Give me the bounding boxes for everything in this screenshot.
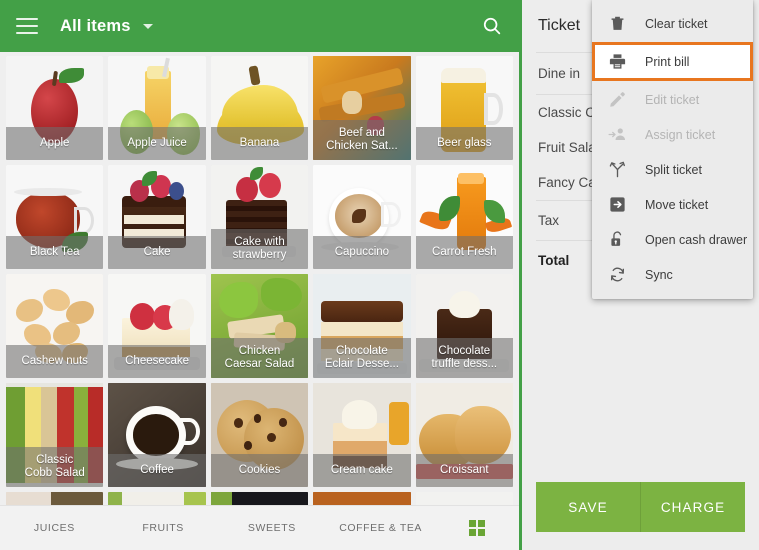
search-icon[interactable] <box>481 15 503 37</box>
product-tile-label: Beer glass <box>416 127 513 160</box>
product-tile[interactable]: Classic Cobb Salad <box>6 383 103 487</box>
context-menu-item-label: Sync <box>645 268 673 282</box>
context-menu-item-label: Move ticket <box>645 198 708 212</box>
context-menu-item[interactable]: Move ticket <box>592 187 753 222</box>
product-tile-label: Chocolate truffle dess... <box>416 338 513 378</box>
tab-juices[interactable]: JUICES <box>0 522 109 534</box>
context-menu-item[interactable]: Sync <box>592 257 753 292</box>
catalog-pane: All items AppleApple JuiceBananaBeef and… <box>0 0 519 550</box>
context-menu-item[interactable]: Open cash drawer <box>592 222 753 257</box>
tab-coffee-tea[interactable]: COFFEE & TEA <box>326 522 435 534</box>
product-tile[interactable]: Beer glass <box>416 56 513 160</box>
category-tab-bar: JUICES FRUITS SWEETS COFFEE & TEA <box>0 505 519 550</box>
partial-row-d-image <box>313 492 410 505</box>
product-tile[interactable]: Croissant <box>416 383 513 487</box>
tab-sweets[interactable]: SWEETS <box>218 522 327 534</box>
product-grid: AppleApple JuiceBananaBeef and Chicken S… <box>0 56 519 505</box>
total-label: Total <box>538 253 569 268</box>
split-branch-icon <box>606 159 628 181</box>
product-tile[interactable]: Cake with strawberry <box>211 165 308 269</box>
tax-label: Tax <box>538 213 559 228</box>
product-tile[interactable]: Apple Juice <box>108 56 205 160</box>
product-tile-label: Cheesecake <box>108 345 205 378</box>
product-tile[interactable] <box>416 492 513 505</box>
context-menu-item: Edit ticket <box>592 82 753 117</box>
product-tile[interactable] <box>6 492 103 505</box>
context-menu-item-label: Assign ticket <box>645 128 715 142</box>
product-tile-label: Apple Juice <box>108 127 205 160</box>
product-tile-label: Cake <box>108 236 205 269</box>
product-tile-label: Capuccino <box>313 236 410 269</box>
product-tile-label: Carrot Fresh <box>416 236 513 269</box>
partial-row-c-image <box>211 492 308 505</box>
product-tile[interactable]: Banana <box>211 56 308 160</box>
product-tile-label: Coffee <box>108 454 205 487</box>
product-grid-scroll[interactable]: AppleApple JuiceBananaBeef and Chicken S… <box>0 52 519 505</box>
assign-person-icon <box>606 124 628 146</box>
partial-row-a-image <box>6 492 103 505</box>
product-tile[interactable]: Chocolate Eclair Desse... <box>313 274 410 378</box>
page-title: All items <box>60 17 131 36</box>
product-tile-label: Cream cake <box>313 454 410 487</box>
product-tile[interactable]: Beef and Chicken Sat... <box>313 56 410 160</box>
context-menu-item[interactable]: Split ticket <box>592 152 753 187</box>
product-tile-label: Cake with strawberry <box>211 229 308 269</box>
product-tile[interactable]: Cream cake <box>313 383 410 487</box>
ticket-context-menu: Clear ticket Print bill Edit ticket Assign … <box>592 0 753 299</box>
context-menu-item-label: Edit ticket <box>645 93 699 107</box>
context-menu-item-label: Open cash drawer <box>645 233 747 247</box>
context-menu-item: Assign ticket <box>592 117 753 152</box>
product-tile[interactable]: Cookies <box>211 383 308 487</box>
context-menu-item-label: Split ticket <box>645 163 702 177</box>
partial-row-e-image <box>416 492 513 505</box>
pos-app-window: All items AppleApple JuiceBananaBeef and… <box>0 0 759 550</box>
unlock-icon <box>606 229 628 251</box>
product-tile[interactable] <box>108 492 205 505</box>
product-tile[interactable]: Cheesecake <box>108 274 205 378</box>
product-tile[interactable] <box>211 492 308 505</box>
partial-row-b-image <box>108 492 205 505</box>
app-bar: All items <box>0 0 519 52</box>
product-tile-label: Apple <box>6 127 103 160</box>
product-tile[interactable]: Capuccino <box>313 165 410 269</box>
sync-icon <box>606 264 628 286</box>
pencil-icon <box>606 89 628 111</box>
context-menu-item-label: Print bill <box>645 55 689 69</box>
context-menu-item[interactable]: Clear ticket <box>592 6 753 41</box>
printer-icon <box>606 51 628 73</box>
product-tile-label: Banana <box>211 127 308 160</box>
product-tile[interactable]: Black Tea <box>6 165 103 269</box>
product-tile[interactable] <box>313 492 410 505</box>
product-tile-label: Cashew nuts <box>6 345 103 378</box>
hamburger-menu-icon[interactable] <box>16 18 38 34</box>
charge-button[interactable]: CHARGE <box>641 482 745 532</box>
context-menu-item-label: Clear ticket <box>645 17 708 31</box>
save-button[interactable]: SAVE <box>536 482 641 532</box>
product-tile[interactable]: Chocolate truffle dess... <box>416 274 513 378</box>
tab-fruits[interactable]: FRUITS <box>109 522 218 534</box>
product-tile-label: Cookies <box>211 454 308 487</box>
product-tile[interactable]: Carrot Fresh <box>416 165 513 269</box>
dine-option-label: Dine in <box>538 66 580 81</box>
product-tile[interactable]: Cashew nuts <box>6 274 103 378</box>
product-tile-label: Black Tea <box>6 236 103 269</box>
product-tile[interactable]: Chicken Caesar Salad <box>211 274 308 378</box>
product-tile-label: Chocolate Eclair Desse... <box>313 338 410 378</box>
product-tile-label: Classic Cobb Salad <box>6 447 103 487</box>
grid-view-icon[interactable] <box>435 520 519 536</box>
product-tile[interactable]: Coffee <box>108 383 205 487</box>
product-tile-label: Croissant <box>416 454 513 487</box>
product-tile-label: Beef and Chicken Sat... <box>313 120 410 160</box>
move-arrow-icon <box>606 194 628 216</box>
product-tile[interactable]: Apple <box>6 56 103 160</box>
trash-icon <box>606 13 628 35</box>
product-tile-label: Chicken Caesar Salad <box>211 338 308 378</box>
product-tile[interactable]: Cake <box>108 165 205 269</box>
chevron-down-icon[interactable] <box>143 24 153 29</box>
ticket-action-bar: SAVE CHARGE <box>522 472 759 550</box>
context-menu-item[interactable]: Print bill <box>592 42 753 81</box>
